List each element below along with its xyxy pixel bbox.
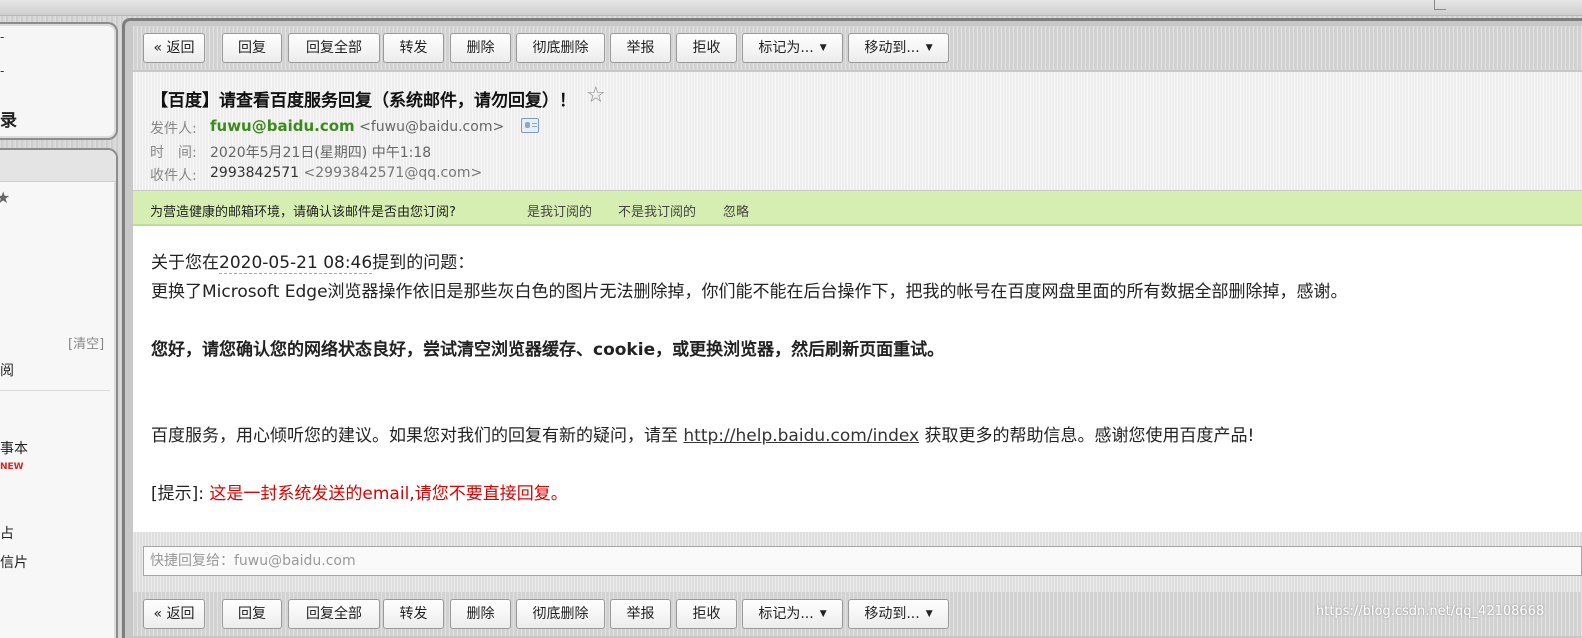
time-value: 2020年5月21日(星期四) 中午1:18 [210, 145, 432, 161]
sidebar-item-site[interactable]: 占 [0, 523, 14, 543]
reply-all-button[interactable]: 回复全部 [288, 599, 380, 629]
reject-button[interactable]: 拒收 [676, 599, 737, 629]
tip-message: 这是一封系统发送的email,请您不要直接回复。 [209, 484, 568, 504]
help-link[interactable]: http://help.baidu.com/index [683, 426, 919, 446]
tip-label: [提示]: [151, 484, 210, 504]
ignore-link[interactable]: 忽略 [723, 201, 749, 220]
reply-button[interactable]: 回复 [222, 599, 282, 629]
reply-button[interactable]: 回复 [222, 33, 282, 63]
back-button[interactable]: « 返回 [143, 599, 205, 629]
sidebar-item-postcard[interactable]: 信片 [0, 552, 28, 572]
move-to-label: 移动到... [864, 40, 920, 56]
back-button[interactable]: « 返回 [143, 33, 205, 63]
star-folder-icon[interactable]: ★ [0, 188, 10, 207]
contact-card-icon[interactable] [521, 118, 539, 133]
recipient-label: 收件人: [150, 168, 197, 184]
move-to-dropdown[interactable]: 移动到... ▼ [848, 599, 949, 629]
question-suffix: 提到的问题： [372, 253, 475, 273]
delete-button[interactable]: 删除 [450, 599, 511, 629]
window-edge [1434, 0, 1446, 10]
move-to-dropdown[interactable]: 移动到... ▼ [848, 33, 949, 63]
sidebar-item-subscriptions[interactable]: 阅 [0, 360, 14, 380]
question-date: 2020-05-21 08:46 [219, 253, 373, 274]
question-intro: 关于您在2020-05-21 08:46提到的问题： [151, 248, 475, 274]
report-button[interactable]: 举报 [610, 33, 671, 63]
delete-button[interactable]: 删除 [450, 33, 511, 63]
sidebar-divider [0, 390, 110, 391]
service-suffix: 获取更多的帮助信息。感谢您使用百度产品! [919, 426, 1255, 446]
top-window-strip [0, 0, 1582, 16]
sidebar-tick: - [0, 30, 5, 44]
star-icon[interactable]: ☆ [586, 83, 606, 108]
caret-down-icon: ▼ [925, 43, 933, 53]
delete-permanently-button[interactable]: 彻底删除 [516, 599, 605, 629]
notice-text: 为营造健康的邮箱环境，请确认该邮件是否由您订阅? [150, 205, 456, 220]
mail-subject: 【百度】请查看百度服务回复（系统邮件，请勿回复）！ [151, 91, 576, 111]
sender-label: 发件人: [150, 121, 197, 137]
tip-text: [提示]: 这是一封系统发送的email,请您不要直接回复。 [151, 479, 568, 504]
sender-name[interactable]: fuwu@baidu.com [210, 117, 355, 135]
sidebar-address-book-label[interactable]: 录 [0, 106, 17, 131]
service-text: 百度服务，用心倾听您的建议。如果您对我们的回复有新的疑问，请至 http://h… [151, 421, 1254, 446]
caret-down-icon: ▼ [819, 43, 827, 53]
mark-as-label: 标记为... [758, 40, 814, 56]
recipient-value: 2993842571 <2993842571@qq.com> [210, 165, 482, 181]
quick-reply-input[interactable] [143, 546, 1582, 576]
reject-button[interactable]: 拒收 [676, 33, 737, 63]
sidebar-folder-header [0, 150, 116, 182]
watermark-text: https://blog.csdn.net/qq_42108668 [1316, 604, 1545, 619]
sidebar-tick: - [0, 64, 5, 78]
question-prefix: 关于您在 [151, 253, 219, 273]
reply-all-button[interactable]: 回复全部 [288, 33, 380, 63]
caret-down-icon: ▼ [819, 609, 827, 619]
mark-as-label: 标记为... [758, 606, 814, 622]
report-button[interactable]: 举报 [610, 599, 671, 629]
recipient-address: <2993842571@qq.com> [303, 165, 483, 181]
caret-down-icon: ▼ [925, 609, 933, 619]
answer-text: 您好，请您确认您的网络状态良好，尝试清空浏览器缓存、cookie，或更换浏览器，… [151, 340, 945, 360]
new-badge: NEW [0, 462, 24, 472]
sender-value: fuwu@baidu.com <fuwu@baidu.com> [210, 117, 504, 135]
sidebar-top-panel [0, 22, 118, 140]
sender-address: <fuwu@baidu.com> [359, 119, 505, 135]
sidebar-item-memo[interactable]: 事本 [0, 438, 28, 458]
not-subscribed-link[interactable]: 不是我订阅的 [618, 201, 696, 220]
mark-as-dropdown[interactable]: 标记为... ▼ [742, 599, 843, 629]
sidebar-count-paren: ) [0, 330, 1, 350]
mark-as-dropdown[interactable]: 标记为... ▼ [742, 33, 843, 63]
forward-button[interactable]: 转发 [383, 33, 444, 63]
mail-toolbar-top: « 返回 回复 回复全部 转发 删除 彻底删除 举报 拒收 标记为... ▼ 移动… [133, 26, 1582, 70]
subscribed-link[interactable]: 是我订阅的 [527, 201, 592, 220]
delete-permanently-button[interactable]: 彻底删除 [516, 33, 605, 63]
time-label: 时 间: [150, 145, 197, 161]
forward-button[interactable]: 转发 [383, 599, 444, 629]
move-to-label: 移动到... [864, 606, 920, 622]
question-text: 更换了Microsoft Edge浏览器操作依旧是那些灰白色的图片无法删除掉，你… [151, 282, 1348, 302]
recipient-name[interactable]: 2993842571 [210, 165, 299, 181]
service-prefix: 百度服务，用心倾听您的建议。如果您对我们的回复有新的疑问，请至 [151, 426, 684, 446]
clear-link[interactable]: [清空] [68, 333, 104, 352]
